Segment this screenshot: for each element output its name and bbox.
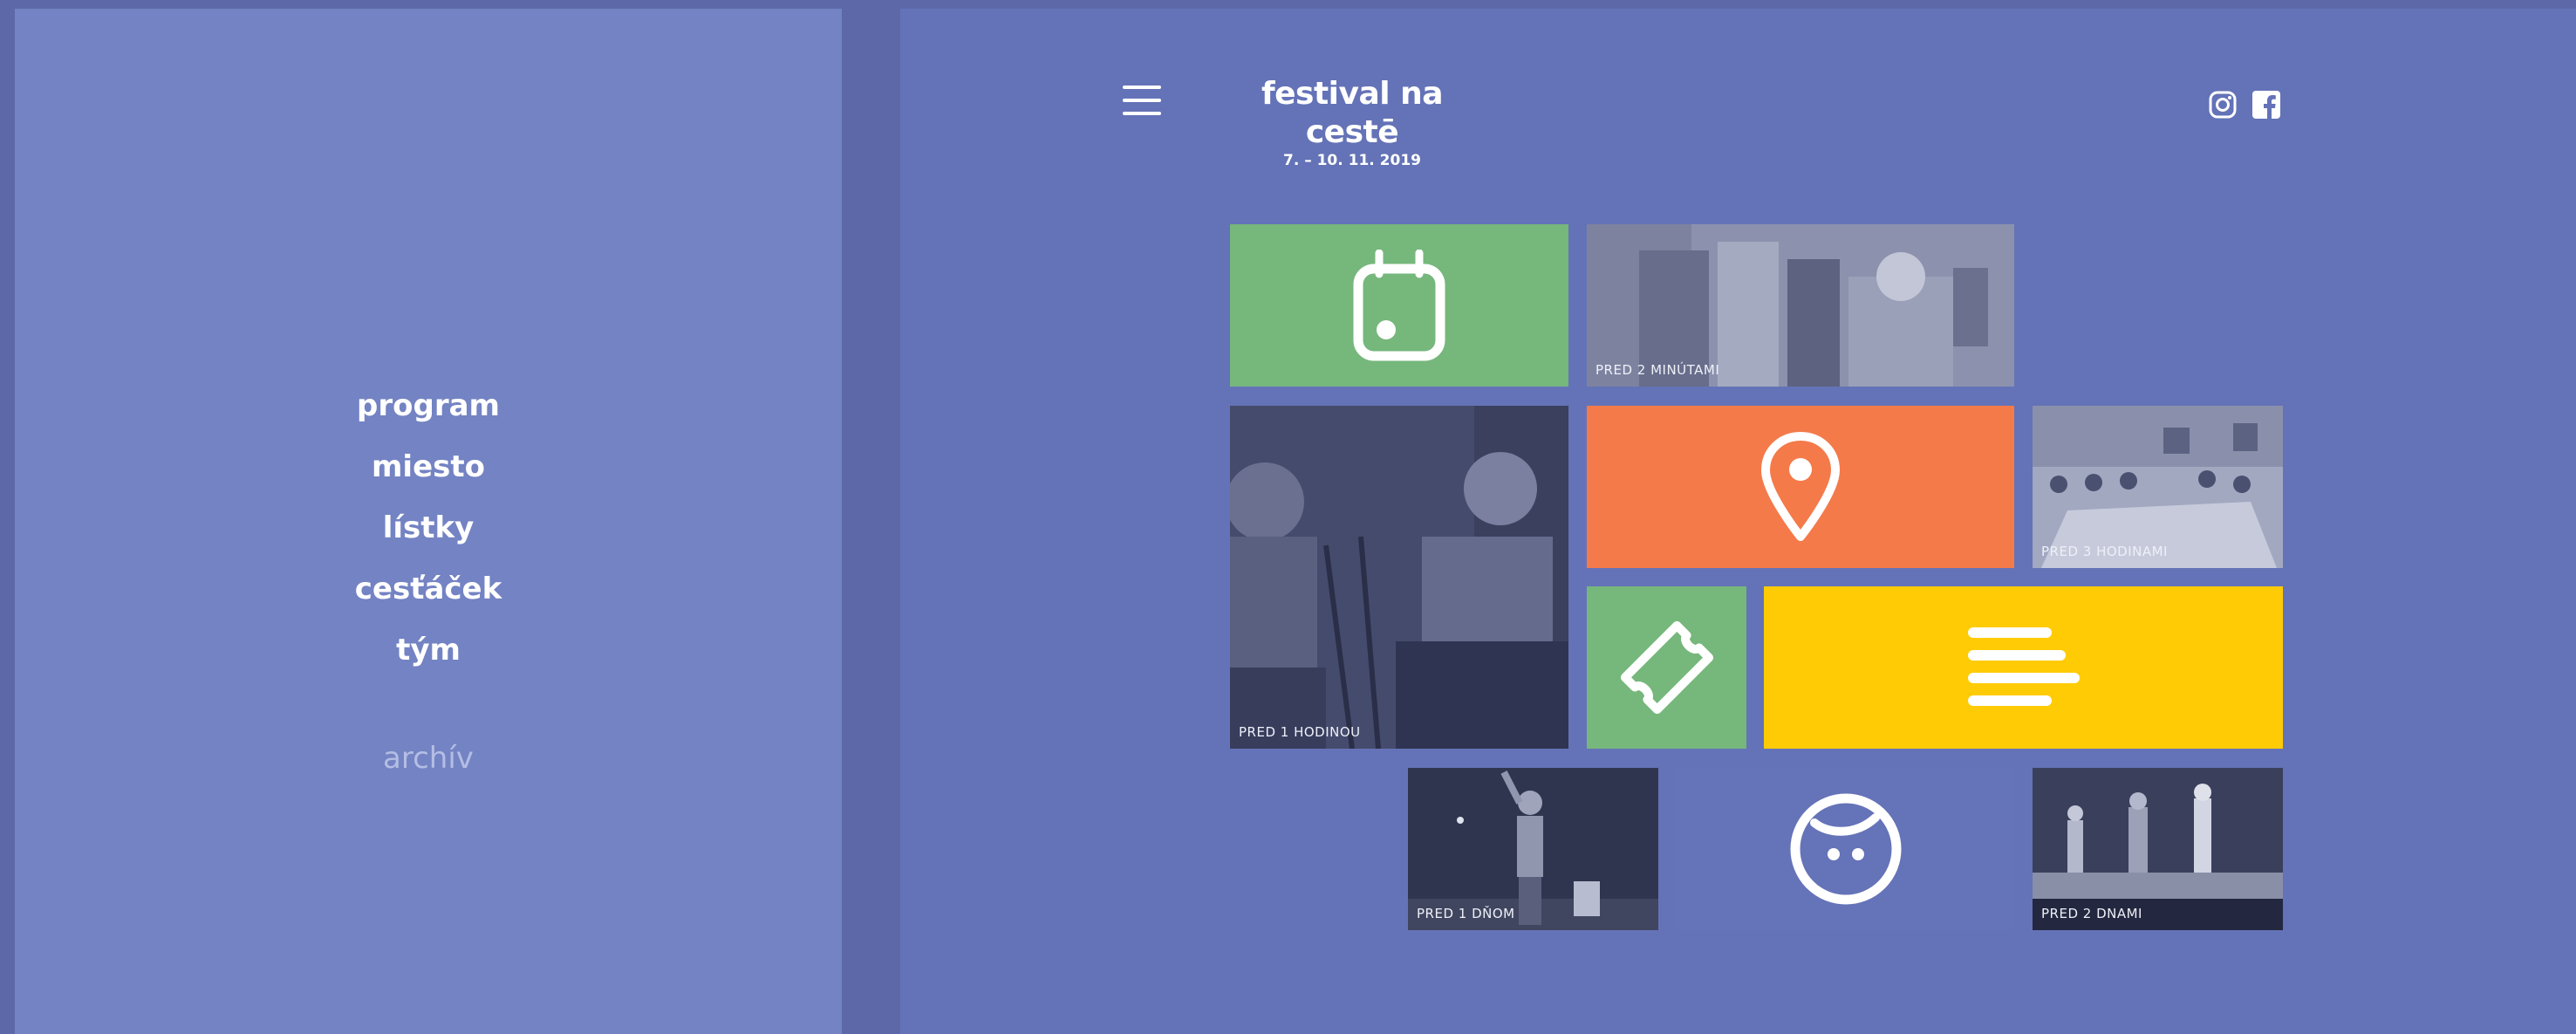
photo-caption: PRED 2 DNAMI <box>2041 906 2142 921</box>
menu-icon[interactable] <box>1123 86 1161 115</box>
sidebar-nav: program miesto lístky cesťáček tým archí… <box>15 375 842 789</box>
tile-location[interactable] <box>1587 406 2014 568</box>
facebook-icon[interactable] <box>2252 91 2280 119</box>
main-content: festival na cestē 7. – 10. 11. 2019 PRED… <box>900 9 2576 1034</box>
text-lines-icon <box>1967 627 2080 706</box>
kid-face-icon <box>1790 793 1901 905</box>
tile-photo-meeting[interactable]: PRED 3 HODINAMI <box>2033 406 2283 568</box>
tile-program[interactable] <box>1230 224 1568 387</box>
festival-date: 7. – 10. 11. 2019 <box>1282 152 1421 169</box>
site-title: festival na cestē <box>1261 76 1444 150</box>
photo-caption: PRED 3 HODINAMI <box>2041 544 2168 559</box>
ticket-icon <box>1620 620 1713 715</box>
photo-caption: PRED 1 HODINOU <box>1239 724 1361 740</box>
photo-caption: PRED 2 MINÚTAMI <box>1595 362 1720 378</box>
tile-photo-discussion[interactable]: PRED 1 HODINOU <box>1230 406 1568 749</box>
tile-text[interactable] <box>1764 586 2283 749</box>
nav-item-program[interactable]: program <box>357 375 500 436</box>
tile-kids[interactable] <box>1677 768 2014 930</box>
tile-tickets[interactable] <box>1587 586 1746 749</box>
nav-item-cestacek[interactable]: cesťáček <box>355 558 502 620</box>
sidebar: program miesto lístky cesťáček tým archí… <box>15 9 842 1034</box>
nav-item-tym[interactable]: tým <box>396 620 461 681</box>
nav-item-miesto[interactable]: miesto <box>372 436 485 497</box>
site-logo[interactable]: festival na cestē 7. – 10. 11. 2019 <box>1230 75 1474 169</box>
tile-photo-stage[interactable]: PRED 2 DNAMI <box>2033 768 2283 930</box>
location-pin-icon <box>1761 432 1840 541</box>
nav-item-archive[interactable]: archív <box>383 728 474 789</box>
tile-photo-actors[interactable]: PRED 2 MINÚTAMI <box>1587 224 2014 387</box>
calendar-icon <box>1353 250 1445 361</box>
photo-caption: PRED 1 DŇOM <box>1417 906 1515 921</box>
tile-photo-performer[interactable]: PRED 1 DŇOM <box>1408 768 1658 930</box>
instagram-icon[interactable] <box>2209 91 2237 119</box>
nav-item-listky[interactable]: lístky <box>383 497 475 558</box>
